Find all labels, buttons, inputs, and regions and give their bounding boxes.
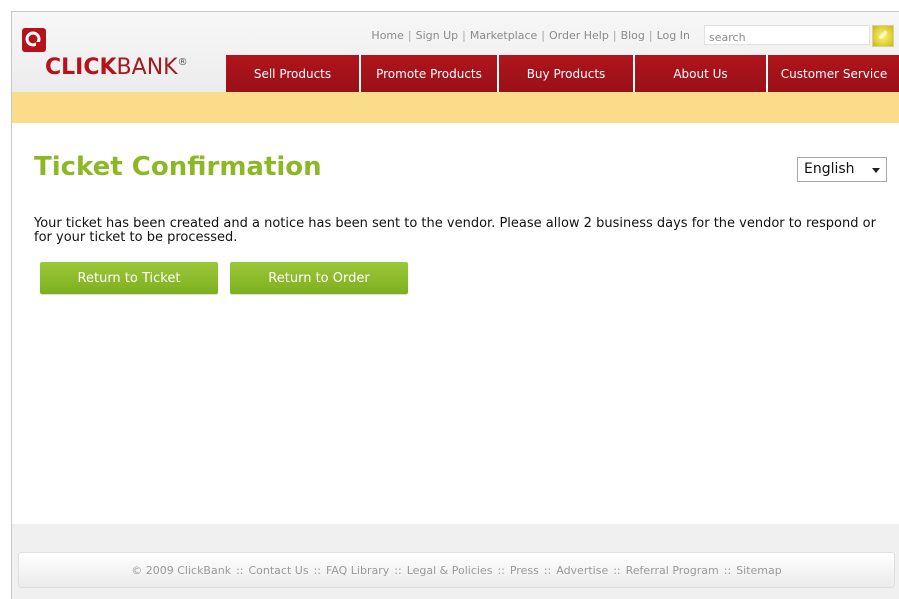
- return-to-ticket-button[interactable]: Return to Ticket: [40, 262, 218, 294]
- search-box: [704, 25, 870, 47]
- separator: ::: [543, 563, 552, 577]
- footer-link-contact-us[interactable]: Contact Us: [248, 564, 308, 577]
- top-link-marketplace[interactable]: Marketplace: [470, 29, 537, 42]
- logo-wordmark: CLICKBANK®: [45, 55, 188, 80]
- footer-copyright: © 2009 ClickBank: [131, 563, 232, 577]
- separator: |: [612, 29, 617, 42]
- separator: |: [648, 29, 653, 42]
- clickbank-logo[interactable]: CLICKBANK®: [21, 27, 221, 80]
- nav-promote-products[interactable]: Promote Products: [359, 55, 497, 92]
- site-header: CLICKBANK® Home | Sign Up | Marketplace | Orde…: [12, 12, 899, 92]
- top-link-order-help[interactable]: Order Help: [549, 29, 609, 42]
- search-button-icon[interactable]: [872, 25, 894, 47]
- separator: ::: [394, 563, 402, 577]
- separator: ::: [497, 563, 505, 577]
- footer-link-referral-program[interactable]: Referral Program: [626, 564, 719, 577]
- footer-link-sitemap[interactable]: Sitemap: [736, 564, 782, 577]
- separator: ::: [313, 563, 321, 577]
- clickbank-logo-icon: [22, 28, 46, 52]
- separator: |: [407, 29, 412, 42]
- main-nav: Sell Products Promote Products Buy Produ…: [226, 55, 899, 92]
- confirmation-message: Your ticket has been created and a notic…: [34, 216, 876, 245]
- footer-link-press[interactable]: Press: [510, 564, 539, 577]
- footer-link-faq-library[interactable]: FAQ Library: [326, 564, 389, 577]
- return-to-order-button[interactable]: Return to Order: [230, 262, 408, 294]
- subnav-bar: [12, 92, 899, 123]
- nav-about-us[interactable]: About Us: [633, 55, 766, 92]
- page-frame: CLICKBANK® Home | Sign Up | Marketplace | Orde…: [11, 11, 899, 599]
- footer-bar: © 2009 ClickBank :: Contact Us :: FAQ Li…: [18, 552, 895, 588]
- language-select[interactable]: English: [797, 157, 887, 182]
- separator: ::: [723, 563, 732, 577]
- top-link-log-in[interactable]: Log In: [657, 29, 690, 42]
- footer-link-legal-policies[interactable]: Legal & Policies: [407, 564, 493, 577]
- nav-customer-service[interactable]: Customer Service: [766, 55, 899, 92]
- nav-sell-products[interactable]: Sell Products: [226, 55, 359, 92]
- top-link-blog[interactable]: Blog: [621, 29, 645, 42]
- search-input[interactable]: [705, 28, 865, 47]
- top-link-sign-up[interactable]: Sign Up: [416, 29, 459, 42]
- page-title: Ticket Confirmation: [34, 152, 322, 182]
- separator: |: [462, 29, 466, 42]
- language-select-value: English: [804, 161, 855, 177]
- top-links: Home | Sign Up | Marketplace | Order Help | Blog…: [371, 29, 690, 42]
- chevron-down-icon: [872, 168, 880, 173]
- separator: ::: [236, 563, 244, 577]
- top-link-home[interactable]: Home: [371, 29, 403, 42]
- separator: ::: [613, 563, 621, 577]
- footer-link-advertise[interactable]: Advertise: [556, 564, 608, 577]
- nav-buy-products[interactable]: Buy Products: [497, 55, 633, 92]
- separator: |: [541, 29, 546, 42]
